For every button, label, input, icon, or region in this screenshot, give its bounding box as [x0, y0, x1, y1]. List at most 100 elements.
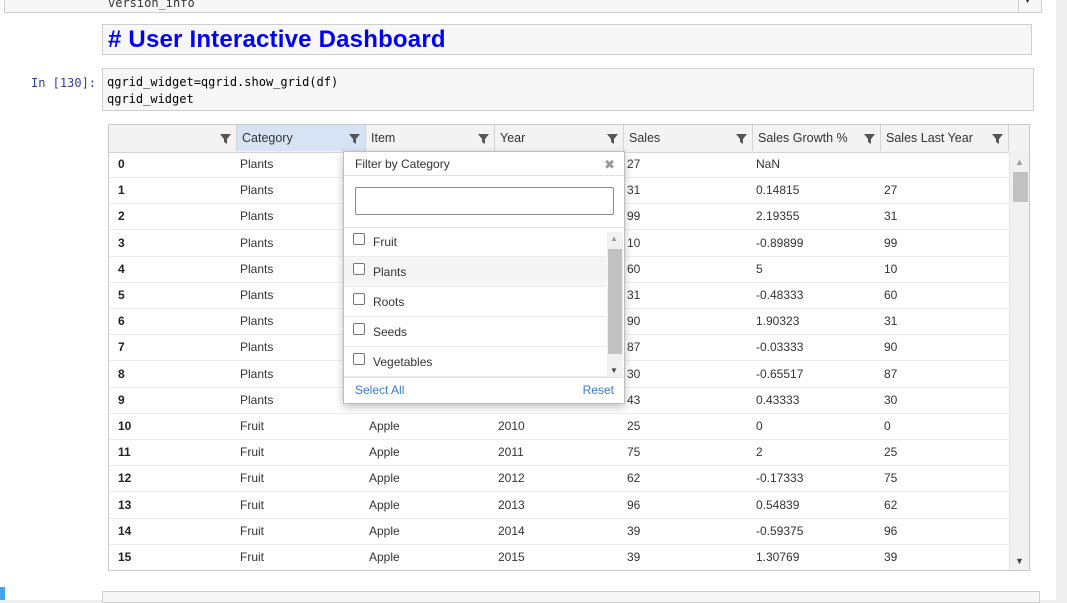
cell-sales[interactable]: 39 — [627, 519, 640, 544]
table-row[interactable]: 13 Fruit Apple 2013 96 0.54839 62 — [109, 493, 1009, 519]
cell-sales-growth[interactable]: 0.54839 — [756, 493, 799, 518]
cell-item[interactable]: Apple — [369, 493, 400, 518]
filter-search-input[interactable] — [355, 187, 614, 215]
header-sales-growth[interactable]: Sales Growth % — [753, 125, 881, 151]
cell-category[interactable]: Fruit — [240, 466, 264, 491]
header-sales-last-year[interactable]: Sales Last Year — [881, 125, 1009, 151]
header-item[interactable]: Item — [366, 125, 495, 151]
scroll-up-icon[interactable]: ▲ — [1015, 157, 1024, 167]
cell-sales[interactable]: 99 — [627, 204, 640, 229]
cell-category[interactable]: Plants — [240, 178, 273, 203]
cell-sales-growth[interactable]: 2.19355 — [756, 204, 799, 229]
cell-sales-growth[interactable]: 0 — [756, 414, 763, 439]
cell-sales-growth[interactable]: -0.03333 — [756, 335, 803, 360]
cell-category[interactable]: Plants — [240, 257, 273, 282]
cell-index[interactable]: 2 — [118, 204, 125, 229]
cell-index[interactable]: 6 — [118, 309, 125, 334]
cell-index[interactable]: 0 — [118, 152, 125, 177]
filter-option-plants[interactable]: Plants — [344, 257, 606, 287]
cell-category[interactable]: Plants — [240, 283, 273, 308]
table-row[interactable]: 12 Fruit Apple 2012 62 -0.17333 75 — [109, 466, 1009, 493]
cell-sales[interactable]: 25 — [627, 414, 640, 439]
checkbox[interactable] — [353, 293, 365, 305]
cell-sales[interactable]: 39 — [627, 545, 640, 570]
scroll-down-icon[interactable]: ▼ — [610, 366, 618, 375]
cell-sales[interactable]: 62 — [627, 466, 640, 491]
cell-index[interactable]: 15 — [118, 545, 131, 570]
cell-sales-growth[interactable]: 2 — [756, 440, 763, 465]
cell-category[interactable]: Fruit — [240, 519, 264, 544]
table-row[interactable]: 15 Fruit Apple 2015 39 1.30769 39 — [109, 545, 1009, 570]
cell-index[interactable]: 4 — [118, 257, 125, 282]
cell-sales[interactable]: 31 — [627, 178, 640, 203]
checkbox[interactable] — [353, 263, 365, 275]
scrollbar-thumb[interactable] — [1013, 172, 1028, 202]
filter-icon[interactable] — [992, 134, 1003, 144]
filter-icon[interactable] — [736, 134, 747, 144]
cell-category[interactable]: Fruit — [240, 414, 264, 439]
filter-icon[interactable] — [220, 134, 231, 144]
cell-index[interactable]: 8 — [118, 362, 125, 387]
cell-sales-growth[interactable]: 0.14815 — [756, 178, 799, 203]
cell-index[interactable]: 9 — [118, 388, 125, 413]
cell-category[interactable]: Plants — [240, 204, 273, 229]
cell-sales[interactable]: 10 — [627, 231, 640, 256]
cell-category[interactable]: Plants — [240, 362, 273, 387]
cell-item[interactable]: Apple — [369, 440, 400, 465]
cell-sales-growth[interactable]: -0.48333 — [756, 283, 803, 308]
cell-year[interactable]: 2015 — [498, 545, 525, 570]
cell-index[interactable]: 13 — [118, 493, 131, 518]
cell-index[interactable]: 11 — [118, 440, 131, 465]
filter-options-scrollbar[interactable]: ▲ ▼ — [607, 232, 623, 377]
cell-year[interactable]: 2011 — [498, 440, 524, 465]
cell-index[interactable]: 14 — [118, 519, 131, 544]
filter-icon[interactable] — [478, 134, 489, 144]
cell-item[interactable]: Apple — [369, 414, 400, 439]
cell-sales-last-year[interactable]: 75 — [884, 466, 897, 491]
cell-category[interactable]: Plants — [240, 152, 273, 177]
table-row[interactable]: 11 Fruit Apple 2011 75 2 25 — [109, 440, 1009, 467]
filter-icon[interactable] — [607, 134, 618, 144]
scrollbar-thumb[interactable] — [608, 249, 622, 354]
cell-category[interactable]: Fruit — [240, 440, 264, 465]
filter-option-vegetables[interactable]: Vegetables — [344, 347, 606, 377]
filter-icon[interactable] — [864, 134, 875, 144]
cell-sales-last-year[interactable]: 60 — [884, 283, 897, 308]
checkbox[interactable] — [353, 353, 365, 365]
cell-year[interactable]: 2012 — [498, 466, 525, 491]
cell-item[interactable]: Apple — [369, 519, 400, 544]
table-row[interactable]: 10 Fruit Apple 2010 25 0 0 — [109, 414, 1009, 440]
checkbox[interactable] — [353, 323, 365, 335]
cell-index[interactable]: 5 — [118, 283, 125, 308]
cell-sales[interactable]: 27 — [627, 152, 640, 177]
cell-index[interactable]: 10 — [118, 414, 131, 439]
cell-sales[interactable]: 60 — [627, 257, 640, 282]
cell-sales-last-year[interactable]: 39 — [884, 545, 897, 570]
cell-sales[interactable]: 31 — [627, 283, 640, 308]
cell-index[interactable]: 7 — [118, 335, 125, 360]
reset-link[interactable]: Reset — [583, 383, 614, 397]
next-code-cell[interactable] — [102, 591, 1040, 603]
header-year[interactable]: Year — [495, 125, 624, 151]
scroll-down-icon[interactable]: ▼ — [1015, 556, 1024, 566]
cell-sales-last-year[interactable]: 27 — [884, 178, 897, 203]
cell-sales[interactable]: 90 — [627, 309, 640, 334]
cell-sales-last-year[interactable]: 87 — [884, 362, 897, 387]
cell-sales[interactable]: 75 — [627, 440, 640, 465]
scroll-up-icon[interactable]: ▲ — [610, 234, 618, 243]
cell-category[interactable]: Plants — [240, 335, 273, 360]
previous-output-area[interactable]: version_info ▼ — [4, 0, 1042, 13]
cell-sales-growth[interactable]: -0.65517 — [756, 362, 803, 387]
cell-sales-growth[interactable]: 1.30769 — [756, 545, 799, 570]
cell-index[interactable]: 3 — [118, 231, 125, 256]
header-sales[interactable]: Sales — [624, 125, 753, 151]
code-cell[interactable]: qgrid_widget=qgrid.show_grid(df) qgrid_w… — [102, 68, 1034, 111]
cell-index[interactable]: 1 — [118, 178, 125, 203]
close-icon[interactable]: ✖ — [604, 157, 615, 173]
cell-sales-last-year[interactable]: 90 — [884, 335, 897, 360]
cell-sales-last-year[interactable]: 30 — [884, 388, 897, 413]
filter-option-roots[interactable]: Roots — [344, 287, 606, 317]
filter-icon[interactable] — [349, 134, 360, 144]
cell-sales-last-year[interactable]: 62 — [884, 493, 897, 518]
filter-option-seeds[interactable]: Seeds — [344, 317, 606, 347]
